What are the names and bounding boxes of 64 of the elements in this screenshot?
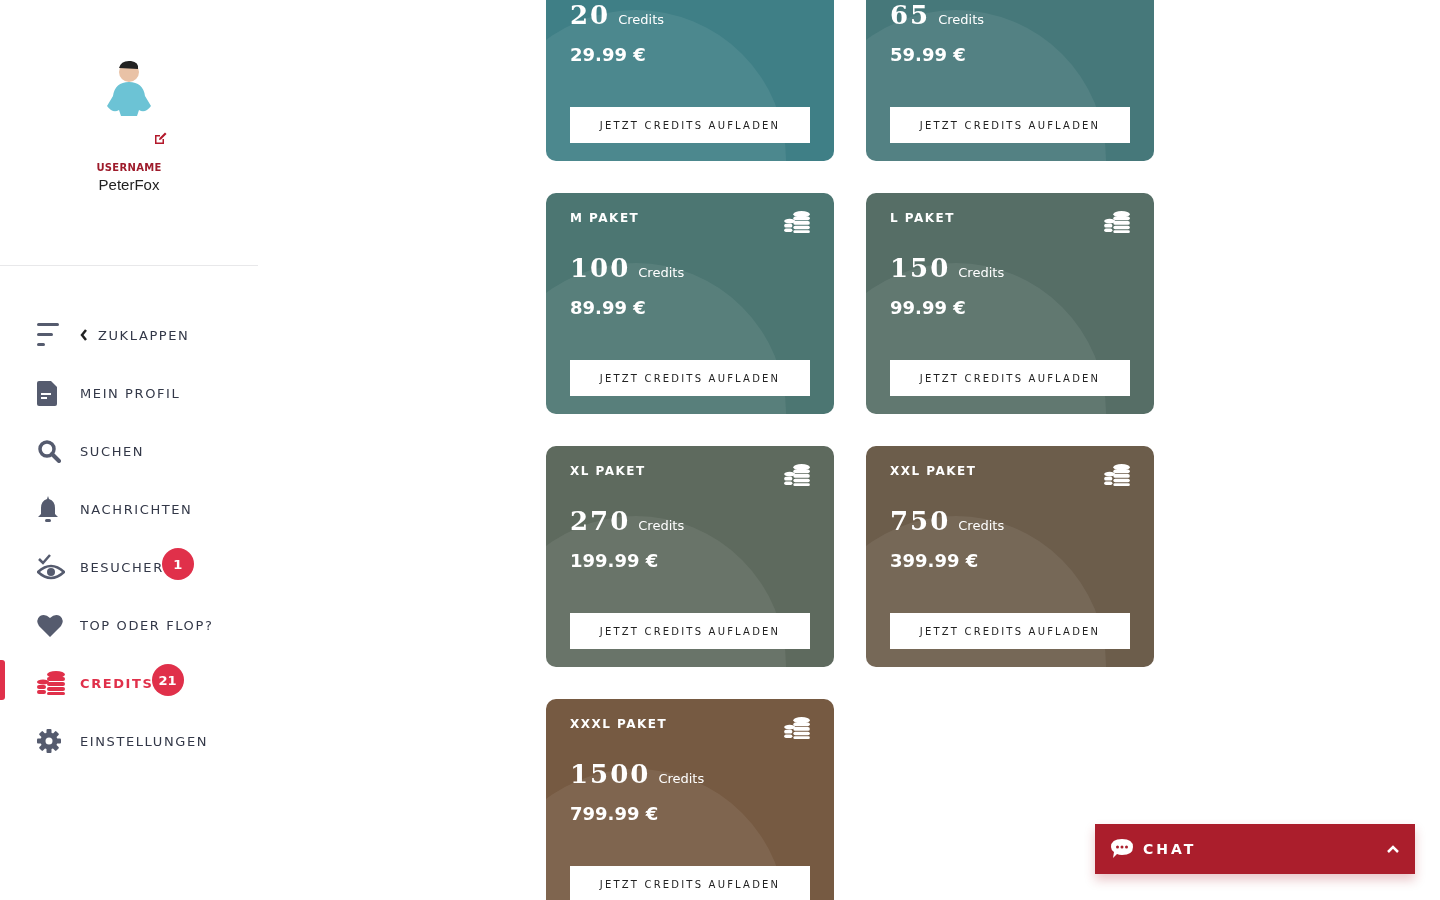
eye-check-icon — [37, 554, 65, 580]
buy-credits-button[interactable]: JETZT CREDITS AUFLADEN — [570, 613, 810, 649]
package-name: M PAKET — [570, 211, 640, 225]
package-price: 99.99 € — [890, 297, 967, 318]
nav-link[interactable]: BESUCHER — [80, 559, 164, 575]
buy-credits-button[interactable]: JETZT CREDITS AUFLADEN — [570, 866, 810, 900]
package-price: 59.99 € — [890, 44, 967, 65]
package-name: XXXL PAKET — [570, 717, 668, 731]
package-price: 89.99 € — [570, 297, 647, 318]
coins-icon — [784, 717, 810, 739]
nav-link[interactable]: ZUKLAPPEN — [80, 327, 190, 343]
chevron-left-icon — [80, 329, 88, 341]
document-icon — [37, 380, 57, 406]
nav-link[interactable]: CREDITS — [80, 675, 154, 691]
credit-unit: Credits — [638, 265, 685, 280]
settings-icon — [37, 729, 61, 753]
nav-link[interactable]: TOP ODER FLOP? — [80, 617, 214, 633]
credit-unit: Credits — [958, 518, 1005, 533]
credit-unit: Credits — [638, 518, 685, 533]
buy-credits-button[interactable]: JETZT CREDITS AUFLADEN — [570, 107, 810, 143]
package-name: XL PAKET — [570, 464, 646, 478]
search-icon — [37, 439, 61, 463]
credit-unit: Credits — [938, 12, 985, 27]
package-name: XXL PAKET — [890, 464, 977, 478]
package-name: L PAKET — [890, 211, 955, 225]
count-badge: 1 — [161, 548, 194, 580]
credit-amount: 750 — [890, 506, 951, 536]
credit-amount: 65 — [890, 0, 931, 30]
buy-credits-button[interactable]: JETZT CREDITS AUFLADEN — [890, 360, 1130, 396]
credit-amount: 270 — [570, 506, 631, 536]
nav-link[interactable]: MEIN PROFIL — [80, 385, 181, 401]
buy-credits-button[interactable]: JETZT CREDITS AUFLADEN — [570, 360, 810, 396]
package-price: 29.99 € — [570, 44, 647, 65]
coins-icon — [37, 671, 65, 695]
credit-amount: 20 — [570, 0, 611, 30]
nav-link[interactable]: EINSTELLUNGEN — [80, 733, 209, 749]
credit-amount: 100 — [570, 253, 631, 283]
username-label: USERNAME — [96, 162, 162, 173]
credit-amount: 150 — [890, 253, 951, 283]
package-price: 199.99 € — [570, 550, 660, 571]
coins-icon — [1104, 211, 1130, 233]
buy-credits-button[interactable]: JETZT CREDITS AUFLADEN — [890, 107, 1130, 143]
chat-bar[interactable]: CHAT — [1095, 824, 1415, 874]
coins-icon — [784, 464, 810, 486]
nav-link[interactable]: SUCHEN — [80, 443, 145, 459]
count-badge: 21 — [151, 664, 184, 696]
heart-icon — [37, 613, 63, 637]
credit-unit: Credits — [658, 771, 705, 786]
package-price: 399.99 € — [890, 550, 980, 571]
chevron-up-icon — [1387, 845, 1399, 853]
coins-icon — [784, 211, 810, 233]
menu-icon[interactable] — [37, 323, 59, 347]
bell-icon — [37, 496, 59, 522]
credit-unit: Credits — [958, 265, 1005, 280]
package-price: 799.99 € — [570, 803, 660, 824]
edit-icon[interactable] — [154, 132, 167, 144]
username: PeterFox — [98, 176, 160, 193]
coins-icon — [1104, 464, 1130, 486]
nav-link[interactable]: NACHRICHTEN — [80, 501, 193, 517]
credit-unit: Credits — [618, 12, 665, 27]
buy-credits-button[interactable]: JETZT CREDITS AUFLADEN — [890, 613, 1130, 649]
credit-amount: 1500 — [570, 759, 651, 789]
avatar-icon — [105, 60, 153, 118]
chat-bubble-icon — [1111, 839, 1133, 859]
